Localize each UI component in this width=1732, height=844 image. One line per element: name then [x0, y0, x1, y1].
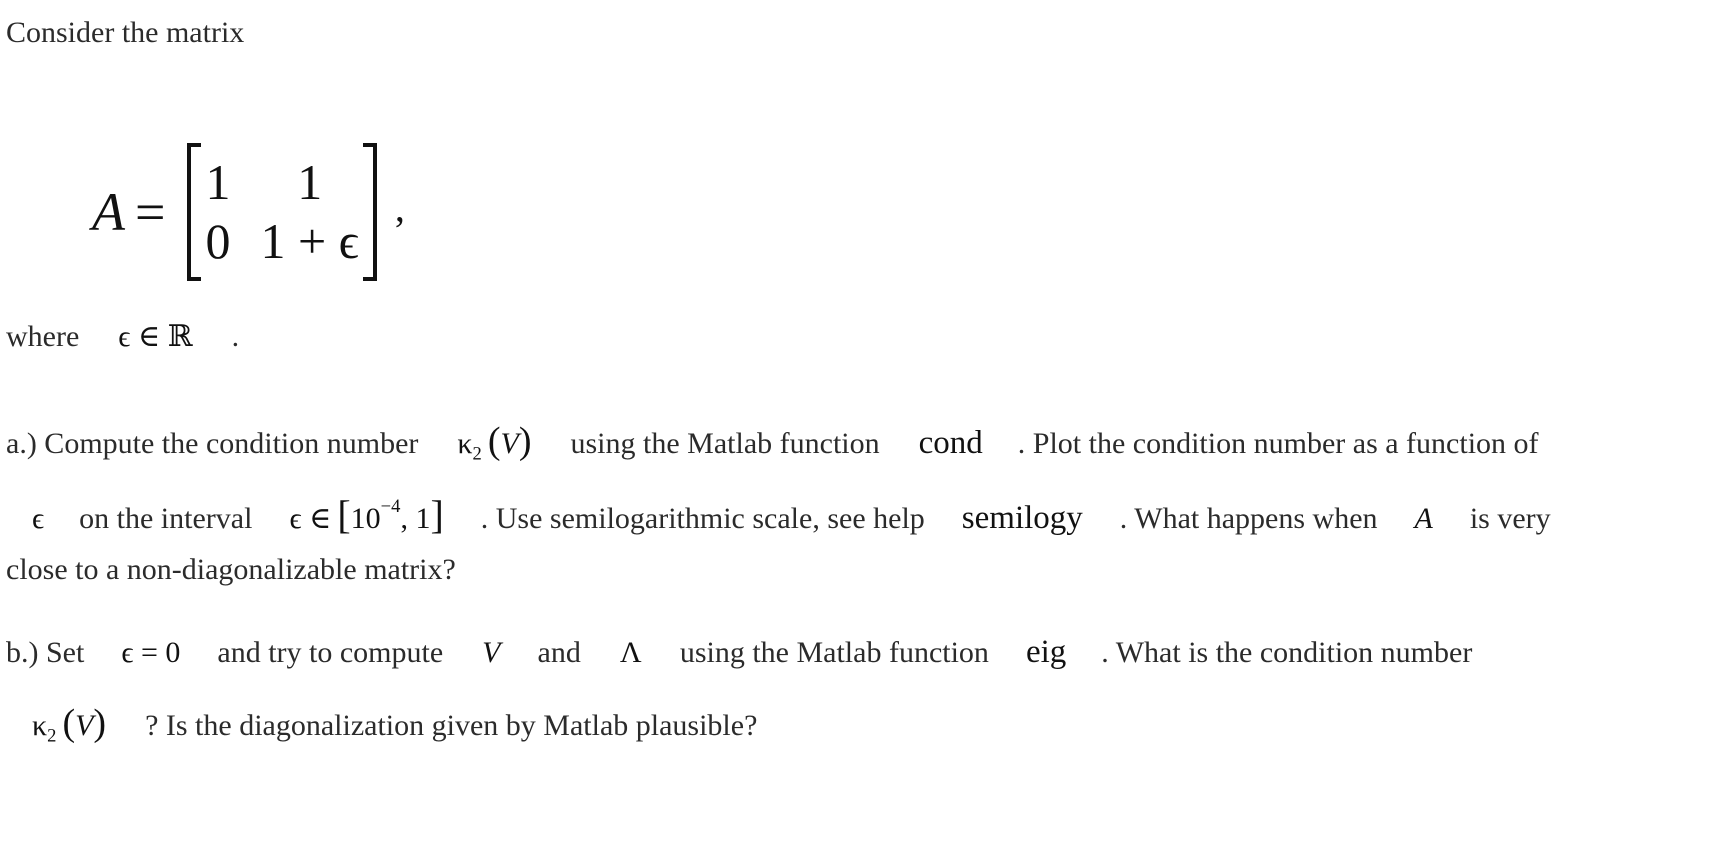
interval-expression: ϵ ∈ [10−4, 1] [289, 495, 443, 535]
part-a-text-8: close to a non-diagonalizable matrix? [6, 553, 456, 586]
epsilon-in-reals: ϵ ∈ ℝ [118, 320, 193, 353]
intro-label: Consider the matrix [6, 16, 245, 49]
matrix-cell-0-1: 1 [297, 154, 323, 210]
part-b-line-1: b.) Set ϵ = 0 and try to compute V and Λ… [6, 636, 1472, 669]
matrix-lhs: A [92, 182, 125, 242]
where-line: where ϵ ∈ ℝ . [6, 322, 239, 352]
part-a-text-3: . Plot the condition number as a functio… [1017, 427, 1539, 460]
part-a-text-1: a.) Compute the condition number [6, 427, 419, 460]
part-a-line-2: ϵ on the interval ϵ ∈ [10−4, 1] . Use se… [32, 495, 1551, 535]
matrix-v: V [500, 427, 519, 460]
kappa-subscript: 2 [47, 725, 57, 747]
where-label: where [6, 320, 80, 353]
intro-text: Consider the matrix [6, 18, 244, 48]
epsilon-in: ϵ ∈ [289, 502, 332, 535]
part-a-text-7: is very [1469, 502, 1551, 535]
part-a-text-5: . Use semilogarithmic scale, see help [480, 502, 925, 535]
matrix-cell-1-1: 1 + ϵ [260, 213, 359, 269]
matrix-a-var: A [1414, 502, 1433, 535]
kappa-symbol: κ [457, 427, 473, 460]
part-b-text-1: b.) Set [6, 636, 85, 669]
part-b-text-4: using the Matlab function [679, 636, 989, 669]
interval-close-bracket: ] [430, 492, 444, 537]
equals-sign: = [135, 182, 166, 242]
right-bracket [362, 143, 377, 281]
kappa-2-v-b: κ2 (V) [32, 704, 106, 745]
close-paren: ) [518, 420, 532, 462]
kappa-subscript: 2 [472, 443, 482, 465]
cond-function: cond [918, 425, 983, 461]
part-b-text-2: and try to compute [217, 636, 444, 669]
interval-upper: , 1 [400, 502, 431, 535]
open-paren: ( [487, 420, 501, 462]
epsilon-equals-zero: ϵ = 0 [121, 636, 181, 669]
left-bracket [187, 143, 202, 281]
part-b-text-6: ? Is the diagonalization given by Matlab… [145, 709, 758, 742]
interval-open-bracket: [ [337, 492, 351, 537]
matrix-v-var: V [482, 636, 501, 669]
eig-function: eig [1025, 634, 1067, 670]
part-a-text-4: on the interval [79, 502, 253, 535]
epsilon-symbol: ϵ [32, 502, 45, 535]
part-a-text-2: using the Matlab function [570, 427, 880, 460]
kappa-2-v: κ2 (V) [457, 422, 531, 463]
open-paren: ( [62, 702, 76, 744]
interval-exponent: −4 [380, 496, 401, 518]
part-b-line-2: κ2 (V) ? Is the diagonalization given by… [32, 704, 758, 745]
part-b-text-3: and [537, 636, 581, 669]
matrix-cell-1-0: 0 [205, 213, 231, 269]
semilogy-function: semilogy [961, 500, 1083, 536]
matrix-v: V [75, 709, 94, 742]
matrix-comma: , [394, 184, 405, 230]
where-period: . [231, 320, 240, 353]
matrix-equation: A = 1 1 0 1 + ϵ , [92, 132, 405, 292]
part-b-text-5: . What is the condition number [1101, 636, 1473, 669]
lambda-var: Λ [619, 636, 641, 669]
close-paren: ) [93, 702, 107, 744]
kappa-symbol: κ [32, 709, 48, 742]
interval-base: 10 [350, 502, 381, 535]
part-a-text-6: . What happens when [1119, 502, 1378, 535]
matrix-entries: 1 1 0 1 + ϵ [201, 155, 362, 269]
matrix-cell-0-0: 1 [205, 154, 231, 210]
part-a-line-1: a.) Compute the condition number κ2 (V) … [6, 422, 1539, 463]
part-a-line-3: close to a non-diagonalizable matrix? [6, 555, 456, 585]
